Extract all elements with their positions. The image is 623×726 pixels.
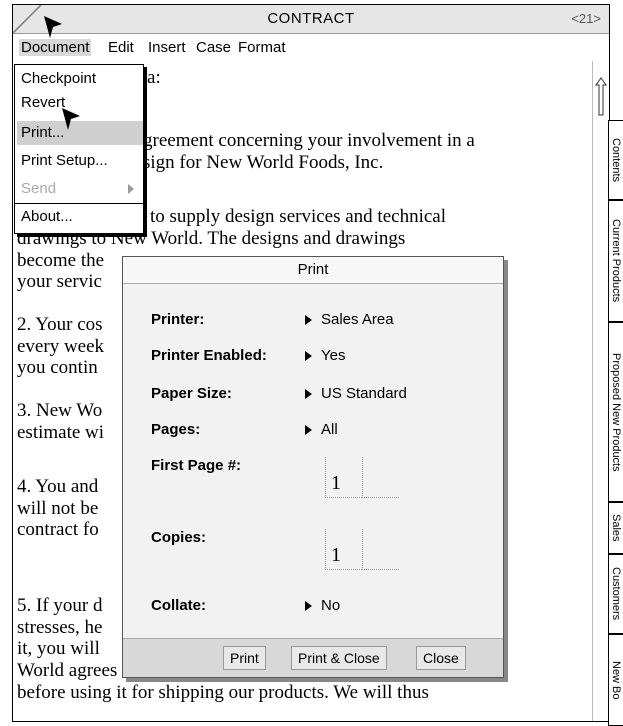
doc-line: 2. Your cos (17, 314, 103, 335)
menu-case[interactable]: Case (196, 39, 231, 56)
page-indicator[interactable]: <21> (571, 11, 601, 26)
menu-format[interactable]: Format (238, 39, 286, 56)
document-menu-dropdown: Checkpoint Revert Print... Print Setup..… (14, 64, 144, 234)
menu-bar: Document Edit Insert Case Format (13, 34, 609, 60)
doc-line: contract fo (17, 519, 99, 540)
print-dialog: Print Printer: Sales Area Printer Enable… (122, 256, 504, 678)
tab-current-products[interactable]: Current Products (608, 200, 623, 322)
doc-line: sign for New World Foods, Inc. (143, 152, 384, 173)
collate-label: Collate: (151, 597, 207, 614)
tab-sales[interactable]: Sales (608, 502, 623, 554)
menu-item-print[interactable]: Print... (17, 121, 143, 145)
doc-line: 3. New Wo (17, 400, 103, 421)
doc-line: every week (17, 336, 105, 357)
paper-size-select[interactable]: US Standard (305, 385, 407, 402)
section-tabs: Contents Current Products Proposed New P… (608, 120, 623, 726)
scroll-up-arrow-icon[interactable] (595, 77, 607, 117)
doc-line: 5. If your d (17, 595, 103, 616)
vertical-scrollbar[interactable] (592, 61, 609, 721)
printer-enabled-select[interactable]: Yes (305, 347, 345, 364)
menu-item-send: Send (21, 180, 57, 197)
popup-triangle-icon (305, 389, 312, 400)
pages-select[interactable]: All (305, 421, 338, 438)
pointer-arrow-icon (62, 108, 80, 130)
doc-line: greement concerning your involvement in … (143, 130, 475, 151)
pointer-arrow-icon (44, 16, 62, 38)
copies-value: 1 (331, 544, 341, 566)
doc-line: become the (17, 250, 105, 271)
menu-item-revert[interactable]: Revert (21, 91, 65, 115)
doc-line: will not be (17, 498, 99, 519)
first-page-field[interactable]: 1 (325, 457, 399, 498)
tab-new-bo[interactable]: New Bo (608, 634, 623, 726)
printer-select[interactable]: Sales Area (305, 311, 394, 328)
close-button[interactable]: Close (416, 646, 466, 670)
doc-line: your servic (17, 271, 102, 292)
menu-item-checkpoint[interactable]: Checkpoint (21, 67, 96, 91)
doc-line: you contin (17, 357, 98, 378)
doc-line: estimate wi (17, 422, 105, 443)
title-bar[interactable]: CONTRACT <21> (13, 5, 609, 34)
first-page-value: 1 (331, 472, 341, 494)
menu-item-print-setup[interactable]: Print Setup... (21, 149, 108, 173)
printer-enabled-label: Printer Enabled: (151, 347, 267, 364)
popup-triangle-icon (305, 601, 312, 612)
popup-triangle-icon (305, 315, 312, 326)
print-button[interactable]: Print (223, 646, 266, 670)
printer-enabled-value: Yes (321, 347, 346, 364)
window-title: CONTRACT (267, 10, 355, 27)
tab-contents[interactable]: Contents (608, 120, 623, 200)
tab-proposed-new-products[interactable]: Proposed New Products (608, 322, 623, 502)
paper-size-label: Paper Size: (151, 385, 232, 402)
dialog-title[interactable]: Print (123, 257, 503, 284)
pages-label: Pages: (151, 421, 201, 438)
copies-field[interactable]: 1 (325, 529, 399, 570)
menu-separator (15, 203, 143, 204)
pages-value: All (321, 421, 338, 438)
doc-line: it, you will (17, 638, 100, 659)
popup-triangle-icon (305, 351, 312, 362)
copies-label: Copies: (151, 529, 207, 546)
doc-line: stresses, he (17, 617, 103, 638)
tab-customers[interactable]: Customers (608, 554, 623, 634)
collate-select[interactable]: No (305, 597, 340, 614)
doc-line: 4. You and (17, 476, 99, 497)
doc-line: before using it for shipping our product… (17, 682, 429, 703)
print-and-close-button[interactable]: Print & Close (291, 646, 387, 670)
printer-value: Sales Area (321, 311, 394, 328)
paper-size-value: US Standard (321, 385, 407, 402)
first-page-label: First Page #: (151, 457, 242, 474)
collate-value: No (321, 597, 341, 614)
menu-edit[interactable]: Edit (108, 39, 134, 56)
doc-line: to supply design services and technical (150, 206, 447, 227)
menu-insert[interactable]: Insert (148, 39, 186, 56)
printer-label: Printer: (151, 311, 205, 328)
dialog-button-bar: Print Print & Close Close (123, 638, 503, 677)
popup-triangle-icon (305, 425, 312, 436)
menu-document[interactable]: Document (19, 39, 92, 56)
menu-item-about[interactable]: About... (21, 205, 73, 229)
submenu-arrow-icon (128, 184, 134, 194)
